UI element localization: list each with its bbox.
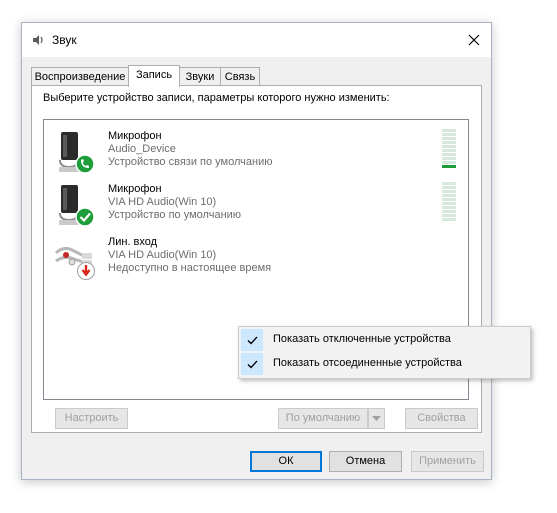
device-status: Устройство по умолчанию [108,209,242,221]
phone-badge-icon [75,154,95,174]
device-status: Устройство связи по умолчанию [108,156,273,168]
set-default-dropdown-button[interactable] [368,408,385,429]
set-default-button[interactable]: По умолчанию [278,408,368,429]
device-driver: VIA HD Audio(Win 10) [108,249,217,261]
checkmark-badge-icon [75,207,95,227]
unavailable-arrow-icon [77,262,95,280]
microphone-icon [59,132,95,174]
level-meter [442,182,456,224]
device-driver: VIA HD Audio(Win 10) [108,196,217,208]
device-driver: Audio_Device [108,143,176,155]
device-name: Микрофон [108,130,162,142]
properties-button[interactable]: Свойства [405,408,478,429]
menu-item-show-disabled-devices[interactable]: Показать отключенные устройства [239,328,530,352]
chevron-down-icon [372,416,381,421]
device-item-microphone-audio-device[interactable]: Микрофон Audio_Device Устройство связи п… [44,127,468,179]
configure-button[interactable]: Настроить [55,408,128,429]
checkmark-icon [241,329,263,351]
level-meter [442,129,456,171]
recording-panel: Выберите устройство записи, параметры ко… [31,85,482,433]
ok-button[interactable]: ОК [250,451,322,472]
cancel-button[interactable]: Отмена [329,451,402,472]
speaker-icon [33,35,43,45]
device-name: Микрофон [108,183,162,195]
window-title: Звук [52,33,77,47]
tab-playback[interactable]: Воспроизведение [31,67,129,85]
apply-button[interactable]: Применить [411,451,484,472]
tab-communications[interactable]: Связь [220,67,260,85]
title-bar[interactable]: Звук [22,23,491,57]
tab-recording[interactable]: Запись [128,65,180,87]
sound-dialog: Звук Воспроизведение Запись Звуки Связь … [21,22,492,480]
device-item-microphone-via-hd[interactable]: Микрофон VIA HD Audio(Win 10) Устройство… [44,180,468,232]
context-menu: Показать отключенные устройства Показать… [238,326,531,379]
microphone-icon [59,185,95,227]
device-name: Лин. вход [108,236,158,248]
line-in-icon [54,246,95,280]
checkmark-icon [241,353,263,375]
close-button[interactable] [457,23,491,57]
tab-sounds[interactable]: Звуки [179,67,221,85]
menu-item-show-disconnected-devices[interactable]: Показать отсоединенные устройства [239,352,530,376]
menu-item-label: Показать отсоединенные устройства [273,357,462,369]
device-status: Недоступно в настоящее время [108,262,272,274]
close-icon [468,34,480,46]
device-item-line-in[interactable]: Лин. вход VIA HD Audio(Win 10) Недоступн… [44,233,468,285]
menu-item-label: Показать отключенные устройства [273,333,451,345]
instruction-text: Выберите устройство записи, параметры ко… [43,92,390,104]
